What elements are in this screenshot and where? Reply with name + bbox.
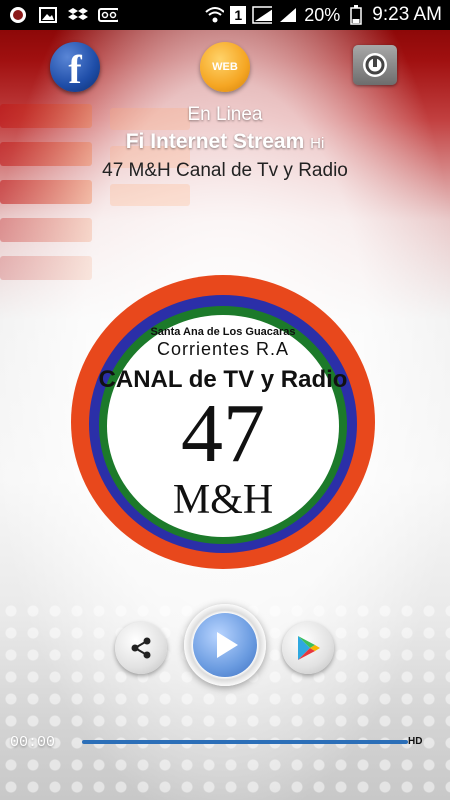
share-icon: [131, 637, 151, 659]
web-button[interactable]: WEB: [200, 42, 250, 92]
logo-region: Corrientes R.A: [157, 339, 289, 359]
progress-bar[interactable]: [82, 740, 408, 744]
bg-decoration: [0, 218, 92, 242]
battery-icon: [346, 5, 366, 25]
power-button[interactable]: [353, 45, 397, 85]
facebook-button[interactable]: f: [50, 42, 100, 92]
bg-decoration: [110, 184, 190, 206]
share-button[interactable]: [115, 622, 167, 674]
play-store-button[interactable]: [282, 622, 334, 674]
signal-icon: [252, 6, 273, 24]
logo-initials: M&H: [173, 477, 273, 523]
web-label: WEB: [212, 61, 238, 73]
signal-icon: [278, 6, 298, 24]
dropbox-icon: [68, 6, 88, 24]
status-bar: 1 20% 9:23 AM: [0, 0, 450, 30]
play-store-icon: [298, 636, 320, 660]
play-button-face: [193, 613, 257, 677]
elapsed-time: 00:00: [10, 734, 56, 751]
hd-badge: HD: [408, 736, 423, 747]
connection-status: En Linea: [187, 104, 263, 125]
logo-town: Santa Ana de Los Guacaras: [150, 326, 295, 338]
play-icon: [217, 632, 238, 658]
clock: 9:23 AM: [372, 4, 442, 25]
wifi-icon: [204, 6, 225, 24]
quality-label: Hi: [310, 135, 325, 152]
app-notification-icon: [8, 6, 28, 24]
station-name: 47 M&H Canal de Tv y Radio: [102, 160, 348, 181]
network-type-badge: 1: [230, 6, 247, 24]
bg-decoration: [0, 180, 92, 204]
facebook-icon: f: [68, 46, 82, 92]
power-icon: [363, 53, 387, 77]
battery-percent: 20%: [304, 4, 341, 25]
station-logo: Santa Ana de Los Guacaras Corrientes R.A…: [71, 275, 375, 569]
stream-title: Fi Internet Stream Hi: [0, 130, 450, 154]
image-icon: [38, 6, 58, 24]
logo-number: 47: [181, 387, 265, 480]
voicemail-icon: [98, 6, 118, 24]
play-button[interactable]: [184, 604, 266, 686]
stream-name: Fi Internet Stream: [125, 130, 305, 153]
